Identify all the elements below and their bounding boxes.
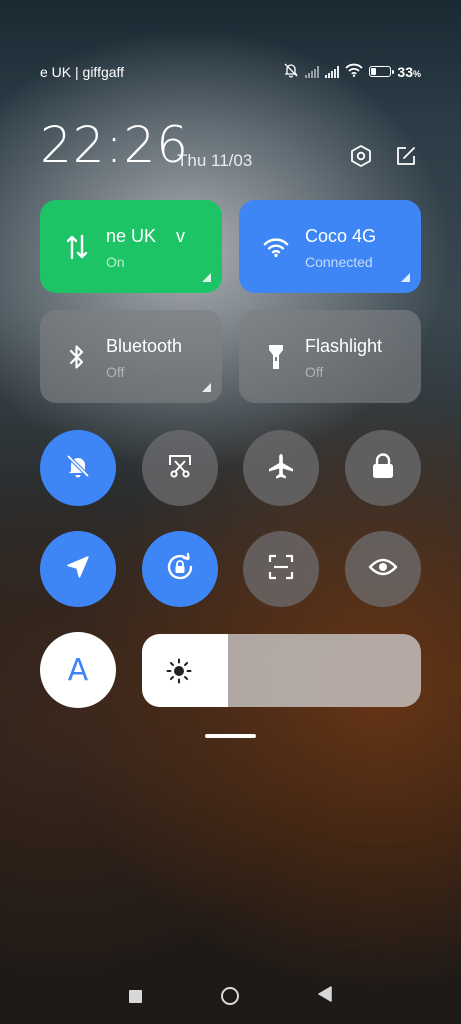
clock: 22:26	[40, 116, 190, 174]
flashlight-tile[interactable]: Flashlight Off	[239, 310, 421, 403]
expand-corner-icon[interactable]	[202, 383, 211, 392]
status-bar: e UK | giffgaff 33%	[0, 62, 461, 84]
rotation-lock-icon	[165, 552, 195, 587]
scanner-toggle[interactable]	[243, 531, 319, 607]
drag-handle[interactable]	[205, 734, 256, 738]
signal-icon	[305, 65, 320, 78]
square-icon	[128, 989, 142, 1003]
carrier-label: e UK | giffgaff	[40, 64, 125, 80]
home-button[interactable]	[212, 975, 248, 1017]
lock-screen-toggle[interactable]	[345, 430, 421, 506]
sun-icon	[166, 658, 192, 684]
tile-status: Off	[106, 364, 125, 380]
scissors-screenshot-icon	[167, 453, 193, 484]
mobile-data-icon	[64, 234, 90, 260]
tile-name: ne UK v	[106, 226, 186, 246]
wifi-tile[interactable]: Coco 4G Connected	[239, 200, 421, 293]
screenshot-toggle[interactable]	[142, 430, 218, 506]
eye-icon	[368, 556, 398, 583]
rotation-lock-toggle[interactable]	[142, 531, 218, 607]
recents-button[interactable]	[118, 975, 152, 1017]
reading-mode-toggle[interactable]	[345, 531, 421, 607]
scan-frame-icon	[267, 553, 295, 586]
expand-corner-icon[interactable]	[202, 273, 211, 282]
triangle-back-icon	[318, 985, 332, 1007]
tile-name: Bluetooth	[106, 336, 183, 356]
bell-off-icon	[283, 62, 299, 81]
mobile-data-tile[interactable]: ne UK v On	[40, 200, 222, 293]
tile-status: Connected	[305, 254, 373, 270]
wifi-icon	[345, 63, 364, 80]
edit-button[interactable]	[393, 145, 419, 171]
gear-hexagon-icon	[349, 144, 373, 173]
wifi-icon	[263, 234, 289, 260]
date: Thu 11/03	[177, 151, 253, 170]
bell-off-icon	[65, 453, 91, 484]
auto-brightness-toggle[interactable]: A	[40, 632, 116, 708]
lock-icon	[371, 452, 395, 484]
brightness-slider[interactable]	[142, 634, 421, 707]
bluetooth-tile[interactable]: Bluetooth Off	[40, 310, 222, 403]
tile-name: Flashlight	[305, 336, 383, 356]
flashlight-icon	[263, 344, 289, 370]
tile-status: Off	[305, 364, 324, 380]
signal-icon	[325, 65, 340, 78]
settings-button[interactable]	[348, 144, 374, 173]
location-arrow-icon	[65, 554, 91, 585]
back-button[interactable]	[308, 975, 342, 1017]
location-toggle[interactable]	[40, 531, 116, 607]
circle-icon	[221, 987, 239, 1005]
edit-icon	[395, 145, 417, 172]
tile-status: On	[106, 254, 125, 270]
airplane-mode-toggle[interactable]	[243, 430, 319, 506]
tile-name: Coco 4G	[305, 226, 377, 246]
expand-corner-icon[interactable]	[401, 273, 410, 282]
mute-toggle[interactable]	[40, 430, 116, 506]
battery-icon	[369, 66, 395, 77]
bluetooth-icon	[64, 344, 90, 370]
auto-brightness-label: A	[67, 652, 89, 688]
navigation-bar	[0, 975, 461, 1017]
battery-percent: 33%	[397, 63, 421, 80]
airplane-icon	[267, 452, 295, 485]
